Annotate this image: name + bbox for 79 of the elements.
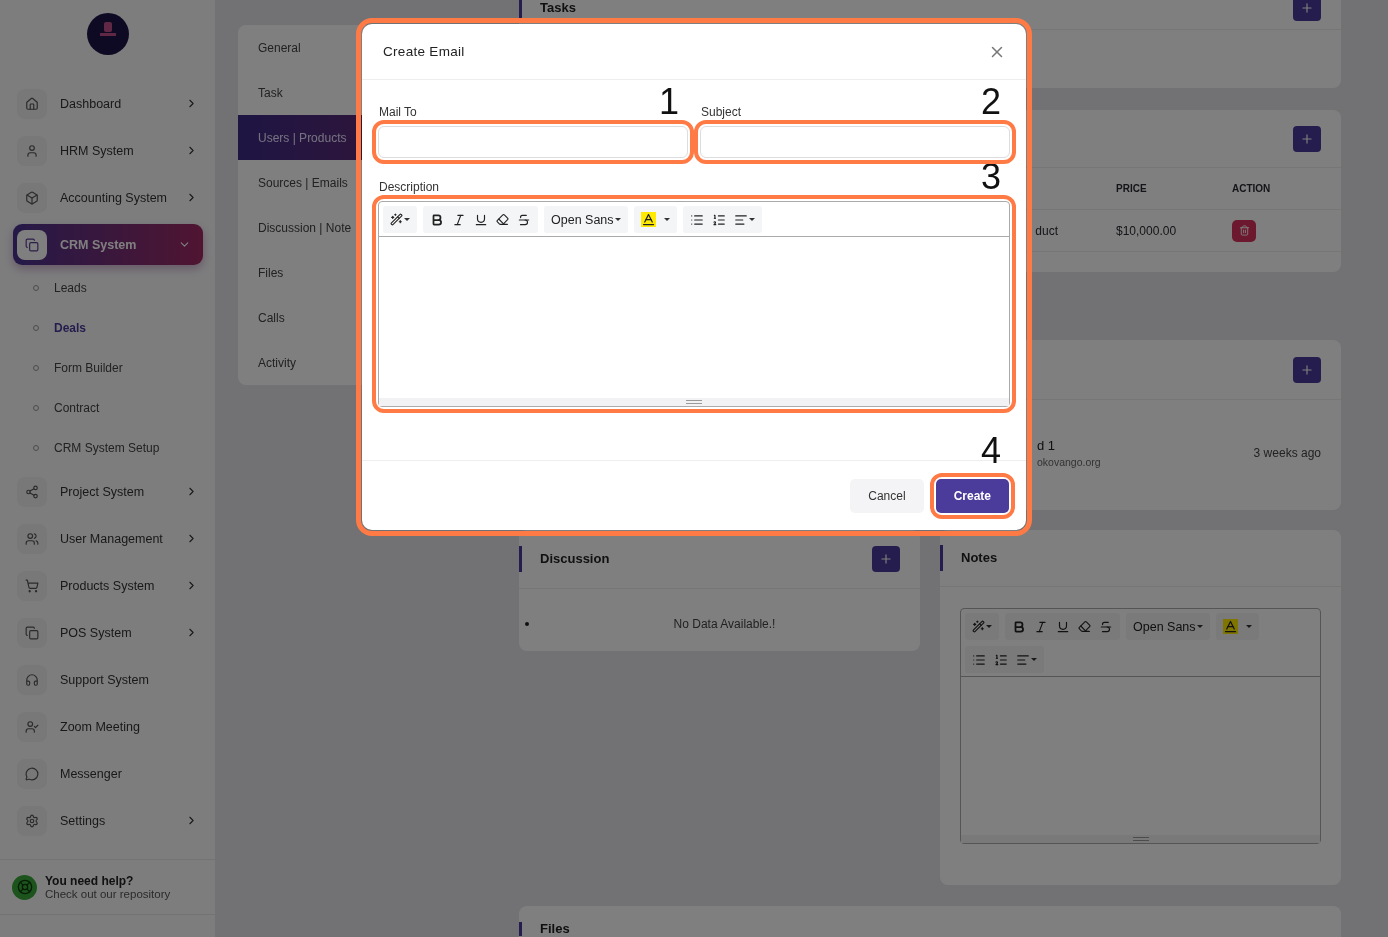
card-title: Files	[519, 922, 1341, 936]
lead-name: d 1	[1037, 438, 1057, 453]
sidebar-item[interactable]: Dashboard	[0, 80, 215, 127]
submenu-item[interactable]: Form Builder	[0, 348, 215, 388]
caret-icon	[748, 218, 755, 221]
gear-icon	[17, 805, 47, 836]
modal-title: Create Email	[383, 44, 465, 59]
resize-handle[interactable]	[1132, 837, 1149, 841]
caret-icon	[1031, 658, 1037, 661]
copy-icon	[17, 617, 47, 648]
submenu-item[interactable]: Deals	[0, 308, 215, 348]
lead-email: okovango.org	[1037, 456, 1101, 468]
column-header: PRICE	[1115, 183, 1148, 194]
field-label: Subject	[701, 105, 742, 120]
annotation-number: 4	[980, 432, 1001, 469]
card-title: Notes	[940, 545, 998, 571]
plus-icon	[879, 552, 893, 566]
create-button[interactable]: Create	[935, 478, 1009, 513]
resize-handle[interactable]	[686, 400, 702, 404]
delete-button[interactable]	[1232, 219, 1256, 242]
users-icon	[17, 523, 47, 554]
cube-icon	[17, 182, 47, 213]
align-left-icon	[733, 212, 748, 227]
input-field[interactable]	[700, 126, 1010, 158]
magic-wand-icon	[390, 213, 403, 226]
sidebar-item[interactable]: Settings	[0, 797, 215, 844]
plus-icon	[1300, 0, 1314, 15]
sidebar-item[interactable]: Support System	[0, 656, 215, 703]
magic-wand-icon	[972, 620, 985, 633]
add-button[interactable]	[1293, 125, 1321, 152]
plus-icon	[1300, 362, 1314, 377]
description-editor[interactable]: Open Sans	[378, 201, 1010, 407]
input-field[interactable]	[378, 126, 688, 158]
chat-icon	[17, 758, 47, 789]
annotation-number: 2	[980, 84, 1001, 120]
sidebar-item[interactable]: Accounting System	[0, 174, 215, 221]
submenu-item[interactable]: CRM System Setup	[0, 428, 215, 468]
card-title: Discussion	[519, 546, 610, 572]
sidebar-item[interactable]: Messenger	[0, 750, 215, 797]
card-title: Tasks	[519, 0, 576, 21]
home-icon	[17, 88, 47, 119]
user-check-icon	[17, 711, 47, 742]
copy-icon	[17, 229, 47, 260]
lead-time: 3 weeks ago	[1253, 446, 1321, 460]
submenu-item[interactable]: Contract	[0, 388, 215, 428]
empty-message: No Data Available.!	[672, 617, 777, 631]
help-title: You need help?	[45, 874, 135, 888]
bullet-icon	[525, 622, 529, 626]
cart-icon	[17, 570, 47, 601]
sidebar-item[interactable]: Zoom Meeting	[0, 703, 215, 750]
lifebuoy-icon	[12, 874, 37, 900]
field-label: Description	[379, 180, 440, 195]
user-icon	[17, 135, 47, 166]
sidebar-item[interactable]: HRM System	[0, 127, 215, 174]
add-button[interactable]	[872, 546, 900, 572]
annotation-number: 1	[658, 84, 679, 120]
sidebar-item[interactable]: CRM System	[13, 224, 203, 265]
help-text: Check out our repository	[45, 888, 171, 900]
trash-icon	[1238, 225, 1250, 236]
plus-icon	[1300, 131, 1314, 146]
caret-icon	[404, 218, 410, 221]
align-left-icon	[1016, 652, 1030, 667]
logo-icon	[86, 13, 129, 55]
submenu-item[interactable]: Leads	[0, 268, 215, 308]
table-cell-text: duct	[1034, 223, 1059, 238]
table-cell-text: $10,000.00	[1115, 223, 1178, 238]
sidebar-item[interactable]: Products System	[0, 562, 215, 609]
column-header: ACTION	[1231, 183, 1272, 194]
share-icon	[17, 476, 47, 507]
sidebar-item[interactable]: Project System	[0, 468, 215, 515]
sidebar-item[interactable]: POS System	[0, 609, 215, 656]
field-label: Mail To	[379, 105, 417, 120]
add-button[interactable]	[1293, 356, 1321, 383]
cancel-button[interactable]: Cancel	[850, 478, 924, 513]
sidebar-item[interactable]: User Management	[0, 515, 215, 562]
annotation-number: 3	[980, 159, 1001, 195]
headphones-icon	[17, 664, 47, 695]
notes-editor[interactable]: Open Sans	[960, 608, 1321, 844]
caret-icon	[986, 625, 992, 628]
